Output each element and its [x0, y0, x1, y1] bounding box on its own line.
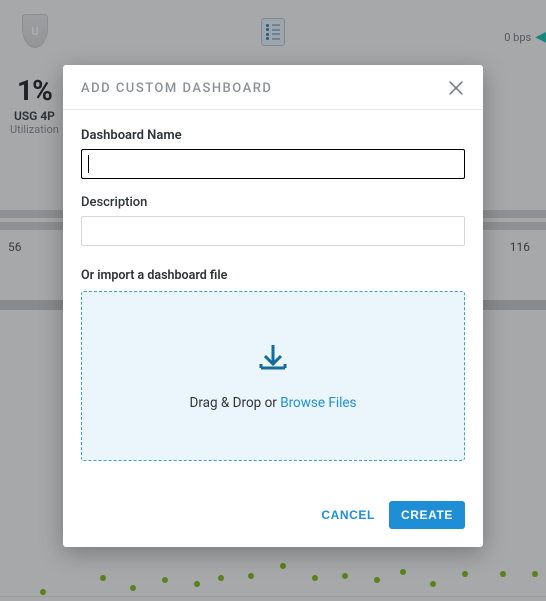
dropzone-text: Drag & Drop or Browse Files — [189, 395, 356, 411]
add-dashboard-modal: ADD CUSTOM DASHBOARD Dashboard Name Desc… — [63, 65, 483, 547]
import-label: Or import a dashboard file — [81, 268, 465, 283]
dashboard-name-label: Dashboard Name — [81, 128, 465, 143]
import-dropzone[interactable]: Drag & Drop or Browse Files — [81, 291, 465, 461]
modal-title: ADD CUSTOM DASHBOARD — [81, 81, 272, 96]
description-label: Description — [81, 195, 465, 210]
create-button[interactable]: CREATE — [389, 501, 465, 529]
modal-footer: CANCEL CREATE — [63, 471, 483, 547]
description-input[interactable] — [81, 216, 465, 246]
text-cursor — [88, 155, 89, 173]
close-icon — [449, 81, 463, 95]
dashboard-name-input[interactable] — [81, 149, 465, 179]
close-button[interactable] — [447, 79, 465, 97]
download-icon — [255, 341, 291, 377]
modal-header: ADD CUSTOM DASHBOARD — [63, 65, 483, 110]
cancel-button[interactable]: CANCEL — [321, 508, 375, 522]
dropzone-prefix: Drag & Drop or — [189, 395, 280, 411]
browse-files-link[interactable]: Browse Files — [280, 395, 356, 411]
